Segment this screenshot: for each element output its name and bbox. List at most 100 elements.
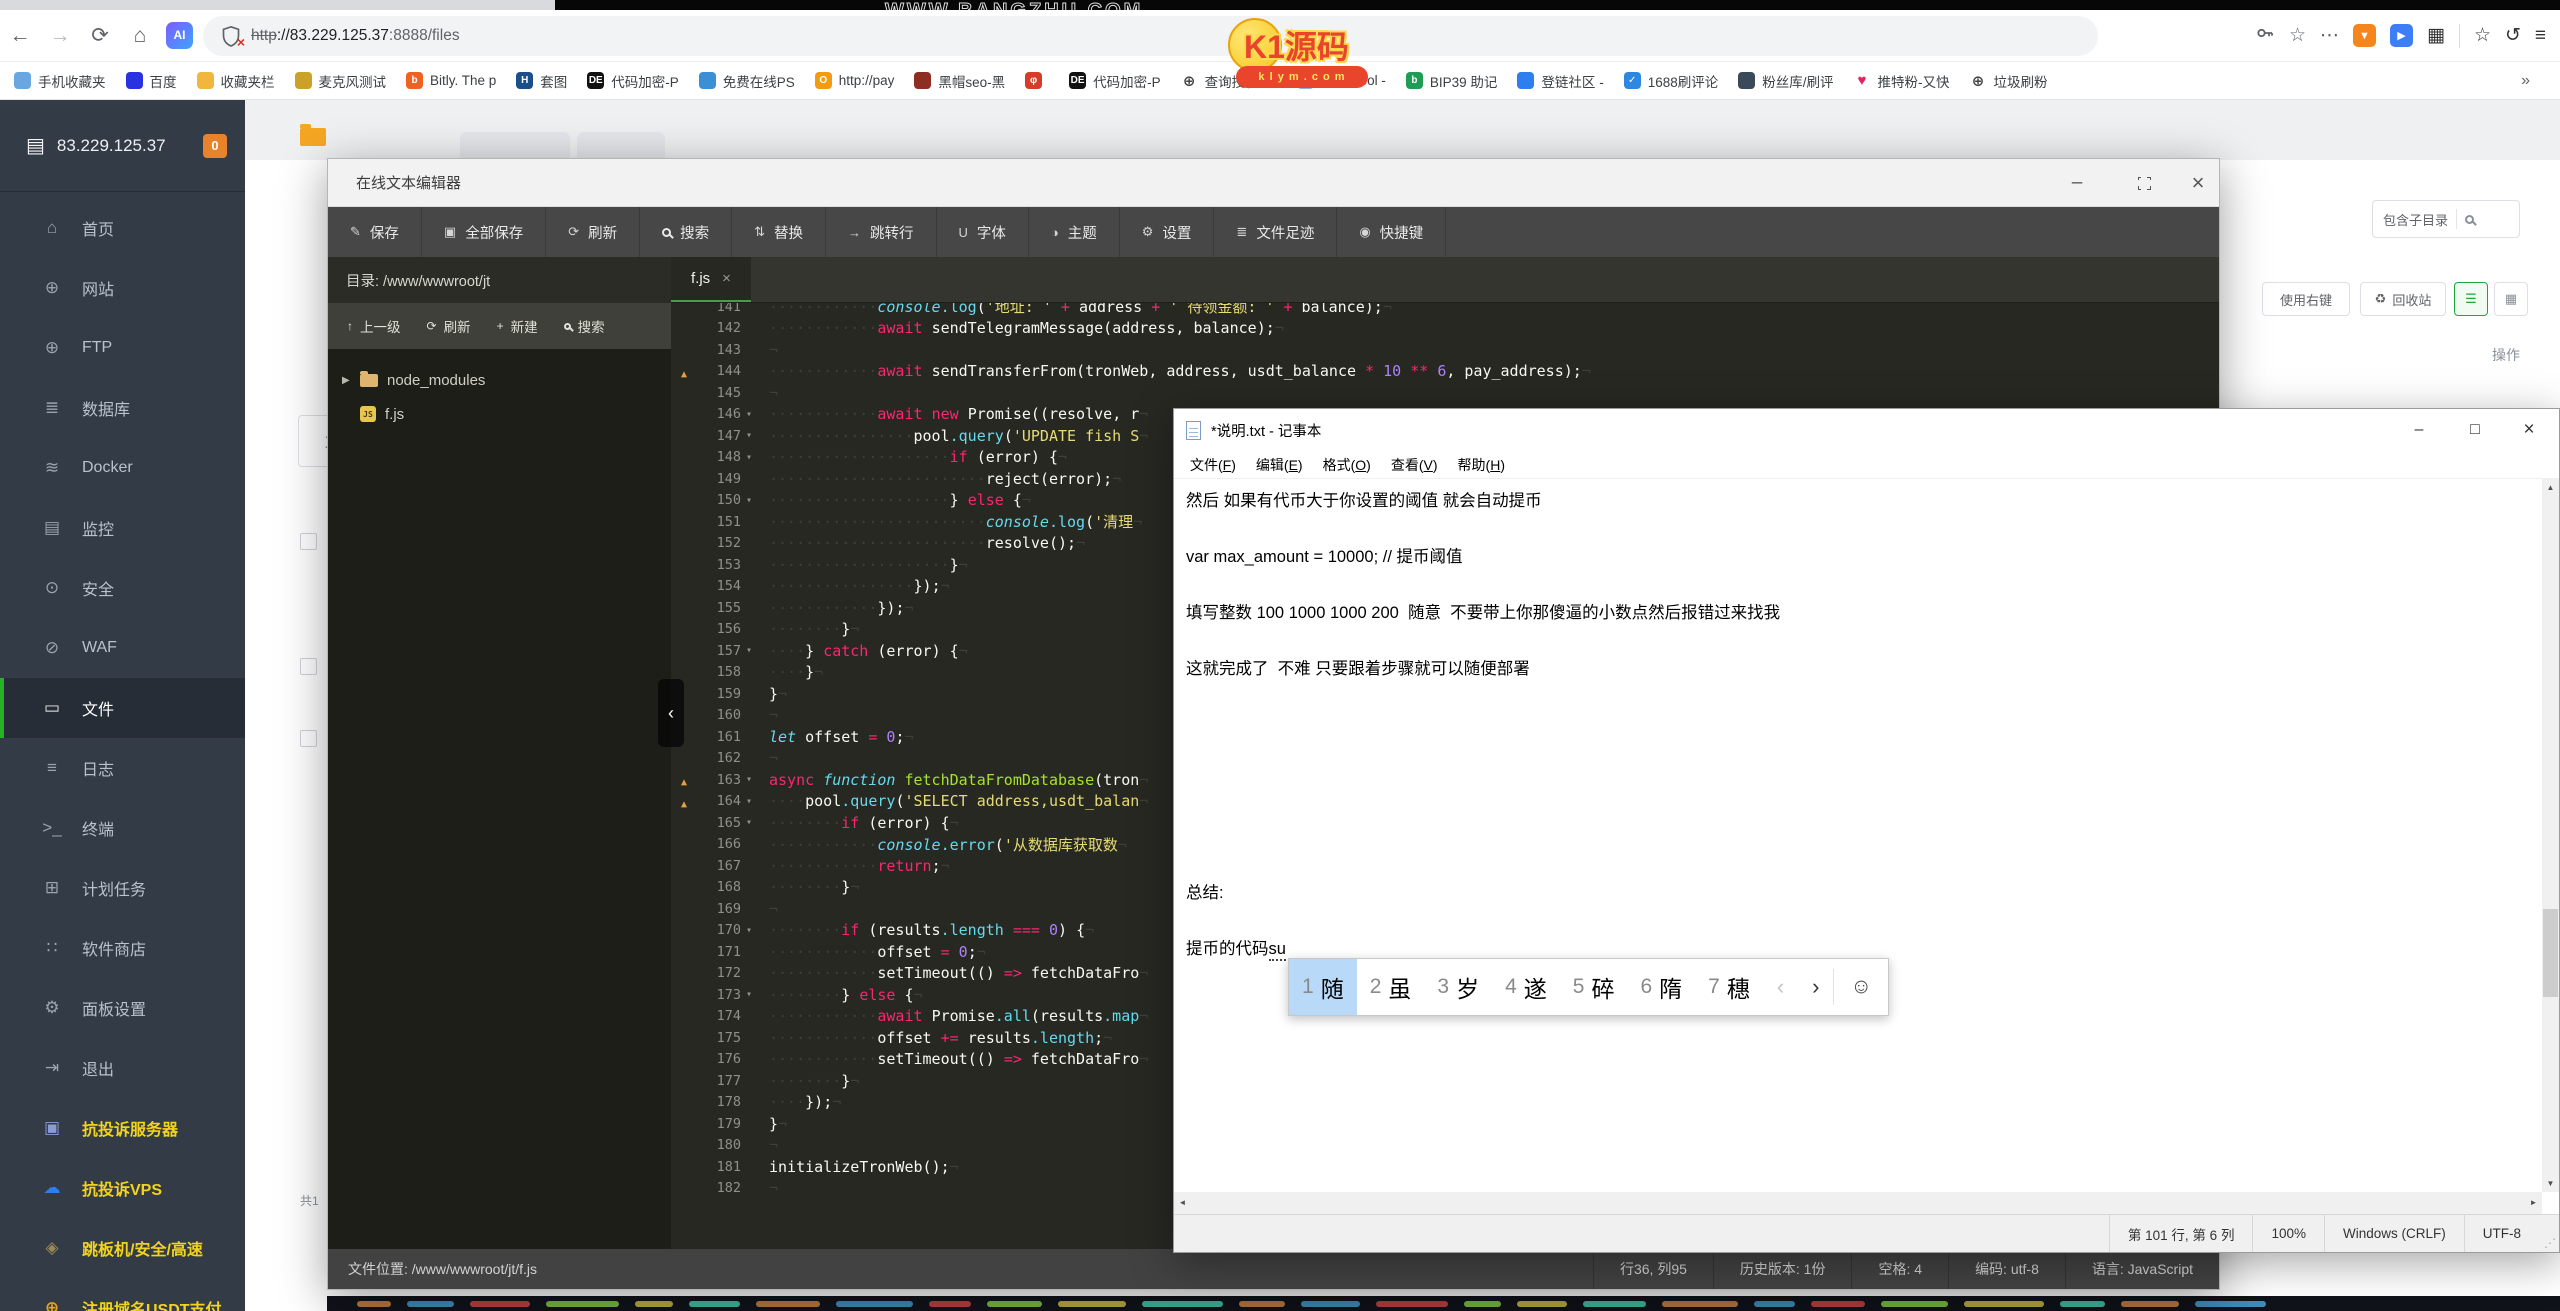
notepad-menu-item[interactable]: 格式(O) (1313, 455, 1381, 475)
ime-candidate[interactable]: 2虽 (1357, 959, 1425, 1015)
line-number[interactable]: 144 (697, 363, 741, 379)
line-number[interactable]: 172 (697, 965, 741, 981)
more-options-icon[interactable]: ⋯ (2320, 24, 2339, 47)
reading-list-icon[interactable]: ☆ (2474, 24, 2491, 47)
editor-toolbar-button[interactable]: U字体 (937, 207, 1029, 257)
fold-cell[interactable]: ▾ (741, 452, 769, 463)
bookmark-item[interactable]: 登链社区 - (1517, 71, 1603, 91)
tree-item-js[interactable]: f.js (328, 397, 671, 431)
line-number[interactable]: 146 (697, 406, 741, 422)
scroll-up-icon[interactable]: ▲ (2542, 479, 2559, 496)
bookmark-item[interactable]: Ohttp://pay (815, 72, 895, 89)
sidebar-item-10[interactable]: >_终端 (0, 798, 245, 858)
tree-collapse-handle[interactable]: ‹ (658, 679, 684, 747)
sidebar-item-3[interactable]: ≣数据库 (0, 378, 245, 438)
fold-cell[interactable]: ▾ (741, 774, 769, 785)
scroll-left-icon[interactable]: ◄ (1174, 1194, 1191, 1211)
line-number[interactable]: 161 (697, 729, 741, 745)
file-search-box[interactable]: 包含子目录 (2372, 200, 2520, 238)
bookmark-item[interactable]: bBitly. The p (406, 72, 496, 89)
editor-toolbar-button[interactable]: ◉快捷键 (1337, 207, 1446, 257)
bookmark-item[interactable]: DE代码加密-P (587, 71, 679, 91)
grid-view-button[interactable]: ▦ (2494, 282, 2528, 316)
directory-path[interactable]: 目录: /www/wwwroot/jt (328, 257, 671, 303)
bookmark-item[interactable]: 手机收藏夹 (14, 71, 106, 91)
line-number[interactable]: 179 (697, 1116, 741, 1132)
line-number[interactable]: 182 (697, 1180, 741, 1196)
address-bar[interactable]: × http://83.229.125.37:8888/files (203, 16, 2098, 56)
editor-toolbar-button[interactable]: ▣全部保存 (422, 207, 546, 257)
scrollbar-thumb[interactable] (2543, 909, 2558, 997)
line-number[interactable]: 158 (697, 664, 741, 680)
ime-candidate[interactable]: 5碎 (1560, 959, 1628, 1015)
editor-toolbar-button[interactable]: ⟳刷新 (546, 207, 640, 257)
sidebar-item-18[interactable]: ⊕注册域名USDT支付 (0, 1278, 245, 1311)
extensions-grid-icon[interactable]: ▦ (2427, 24, 2445, 47)
not-secure-shield-icon[interactable]: × (221, 25, 241, 47)
scroll-down-icon[interactable]: ▼ (2542, 1175, 2559, 1192)
bookmark-item[interactable]: φ (1025, 72, 1049, 89)
ime-candidate[interactable]: 7穗 (1695, 959, 1763, 1015)
notepad-menu-item[interactable]: 文件(F) (1180, 455, 1246, 475)
bookmark-item[interactable]: 黑帽seo-黑 (914, 71, 1005, 91)
line-number[interactable]: 169 (697, 901, 741, 917)
row-checkbox[interactable] (300, 533, 317, 550)
bookmark-item[interactable]: ⊕垃圾刷粉 (1970, 71, 2048, 91)
line-number[interactable]: 173 (697, 987, 741, 1003)
tree-toolbar-button[interactable]: ↑上一级 (334, 316, 414, 336)
undo-icon[interactable]: ↺ (2505, 24, 2521, 47)
line-number[interactable]: 151 (697, 514, 741, 530)
line-number[interactable]: 150 (697, 492, 741, 508)
bookmark-item[interactable]: 百度 (126, 71, 177, 91)
line-number[interactable]: 171 (697, 944, 741, 960)
editor-toolbar-button[interactable]: 搜索 (640, 207, 732, 257)
line-number[interactable]: 154 (697, 578, 741, 594)
sidebar-item-12[interactable]: ∷软件商店 (0, 918, 245, 978)
ime-emoji-icon[interactable]: ☺ (1834, 959, 1887, 1015)
bookmark-item[interactable]: Chaintool - (1297, 72, 1386, 89)
line-number[interactable]: 141 (697, 303, 741, 315)
fold-cell[interactable]: ▾ (741, 495, 769, 506)
sidebar-item-7[interactable]: ⊘WAF (0, 618, 245, 678)
line-number[interactable]: 142 (697, 320, 741, 336)
editor-toolbar-button[interactable]: ◑主题 (1029, 207, 1120, 257)
home-icon[interactable]: ⌂ (120, 24, 160, 48)
ime-next-page-icon[interactable]: › (1798, 959, 1833, 1015)
recycle-bin-button[interactable]: ♻ 回收站 (2360, 282, 2446, 316)
fold-cell[interactable]: ▾ (741, 645, 769, 656)
line-number[interactable]: 162 (697, 750, 741, 766)
bookmark-item[interactable]: H套图 (516, 71, 567, 91)
path-tab[interactable] (577, 132, 665, 160)
row-checkbox[interactable] (300, 658, 317, 675)
message-badge[interactable]: 0 (203, 134, 227, 158)
sidebar-item-1[interactable]: ⊕网站 (0, 258, 245, 318)
line-number[interactable]: 143 (697, 342, 741, 358)
line-number[interactable]: 147 (697, 428, 741, 444)
line-number[interactable]: 153 (697, 557, 741, 573)
reload-icon[interactable]: ⟳ (80, 23, 120, 48)
ime-prev-page-icon[interactable]: ‹ (1763, 959, 1798, 1015)
sidebar-item-0[interactable]: ⌂首页 (0, 198, 245, 258)
line-number[interactable]: 181 (697, 1159, 741, 1175)
line-number[interactable]: 165 (697, 815, 741, 831)
editor-titlebar[interactable]: 在线文本编辑器 – × (328, 159, 2219, 207)
ime-candidate[interactable]: 4遂 (1492, 959, 1560, 1015)
tree-toolbar-button[interactable]: ⟳刷新 (414, 316, 484, 336)
line-number[interactable]: 149 (697, 471, 741, 487)
notepad-close-button[interactable]: × (2507, 409, 2551, 451)
editor-close-button[interactable]: × (2181, 159, 2215, 207)
line-number[interactable]: 152 (697, 535, 741, 551)
browser-menu-icon[interactable]: ≡ (2535, 25, 2546, 47)
list-view-button[interactable]: ☰ (2454, 282, 2488, 316)
bookmarks-overflow-icon[interactable]: » (2521, 72, 2546, 90)
sidebar-item-14[interactable]: ⇥退出 (0, 1038, 245, 1098)
bookmark-item[interactable]: ⊕查询授权TR (1181, 71, 1277, 91)
editor-toolbar-button[interactable]: →跳转行 (826, 207, 937, 257)
line-number[interactable]: 160 (697, 707, 741, 723)
tab-fjs[interactable]: f.js × (671, 257, 751, 302)
bookmark-item[interactable]: bBIP39 助记 (1406, 71, 1498, 91)
editor-toolbar-button[interactable]: ✎保存 (328, 207, 422, 257)
sidebar-item-4[interactable]: ≋Docker (0, 438, 245, 498)
use-right-key-button[interactable]: 使用右键 (2262, 282, 2350, 316)
bookmark-item[interactable]: 免费在线PS (699, 71, 795, 91)
